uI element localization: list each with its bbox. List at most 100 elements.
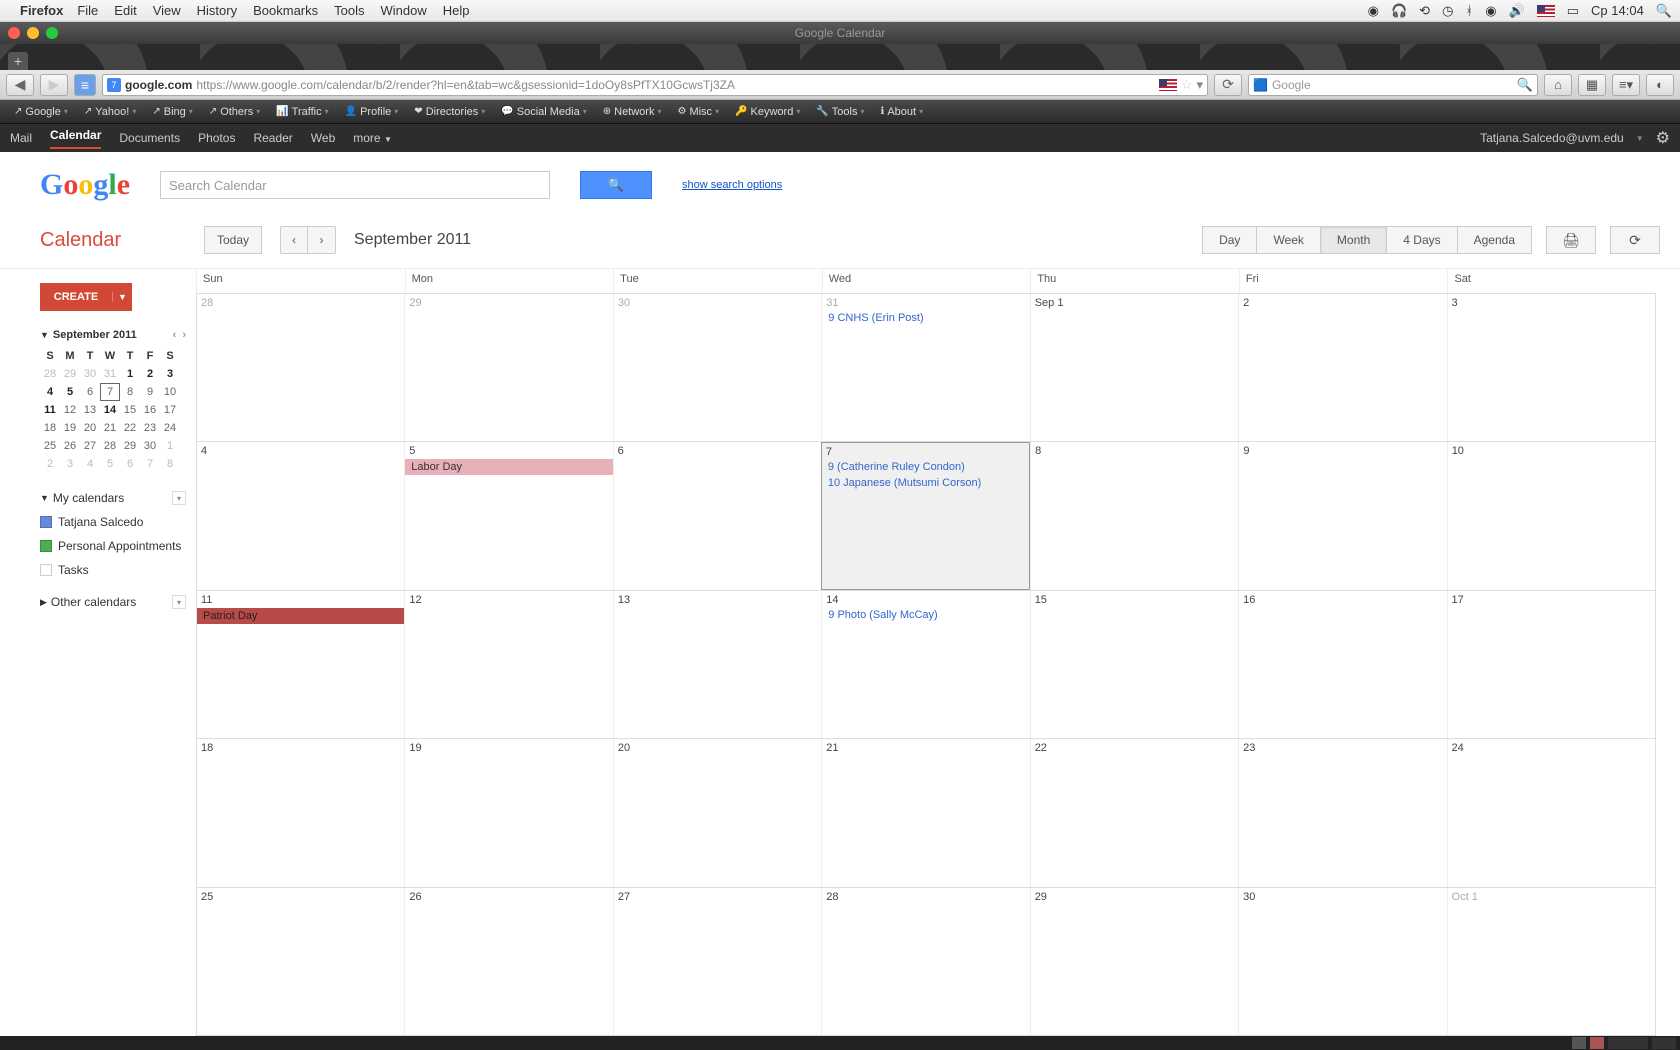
day-cell[interactable]: 319 CNHS (Erin Post) [821,294,1029,441]
mini-cal-day[interactable]: 12 [60,401,80,419]
calendar-event[interactable]: 9 (Catherine Ruley Condon) [826,460,1025,474]
mini-cal-day[interactable]: 29 [120,437,140,455]
day-cell[interactable]: Oct 1 [1447,888,1655,1035]
mini-cal-day[interactable]: 3 [60,455,80,473]
settings-gear-icon[interactable]: ⚙ [1656,128,1670,148]
clock-icon[interactable]: ◷ [1442,3,1453,19]
bookmark-google[interactable]: ↗Google▾ [8,104,74,120]
day-cell[interactable]: 9 [1238,442,1446,589]
day-cell[interactable]: 19 [404,739,612,886]
mini-cal-next-icon[interactable]: › [182,329,186,341]
day-cell[interactable]: 30 [613,294,821,441]
day-cell[interactable]: 29 [1030,888,1238,1035]
search-magnify-icon[interactable]: 🔍 [1517,77,1533,93]
today-button[interactable]: Today [204,226,262,254]
google-logo[interactable]: Google [40,168,130,202]
day-cell[interactable]: 22 [1030,739,1238,886]
menu-help[interactable]: Help [443,3,470,18]
calendar-search-button[interactable]: 🔍 [580,171,652,199]
gnav-more[interactable]: more ▼ [353,131,392,145]
bookmark-bing[interactable]: ↗Bing▾ [146,104,198,120]
view-week[interactable]: Week [1257,226,1320,254]
clock[interactable]: Ср 14:04 [1591,3,1644,18]
calendar-search-input[interactable]: Search Calendar [160,171,550,199]
mini-cal-day[interactable]: 19 [60,419,80,437]
view-agenda[interactable]: Agenda [1458,226,1532,254]
gnav-web[interactable]: Web [311,131,335,145]
day-cell[interactable]: 8 [1030,442,1238,589]
mini-cal-day[interactable]: 4 [40,383,60,401]
menu-bookmarks[interactable]: Bookmarks [253,3,318,18]
day-cell[interactable]: 25 [197,888,404,1035]
bookmark-misc[interactable]: ⚙Misc▾ [671,104,725,120]
mini-cal-day[interactable]: 10 [160,383,180,401]
mini-cal-day[interactable]: 21 [100,419,120,437]
day-cell[interactable]: 28 [197,294,404,441]
day-cell[interactable]: 6 [613,442,821,589]
mini-cal-day[interactable]: 1 [120,365,140,383]
mini-cal-day[interactable]: 20 [80,419,100,437]
status-icon-3[interactable] [1608,1037,1648,1049]
addon3-button[interactable]: ◐ [1646,74,1674,96]
mini-cal-day[interactable]: 31 [100,365,120,383]
day-cell[interactable]: 18 [197,739,404,886]
mini-cal-day[interactable]: 5 [60,383,80,401]
bookmark-keyword[interactable]: 🔑Keyword▾ [729,104,806,120]
calendar-event[interactable]: 9 CNHS (Erin Post) [826,311,1025,325]
view-day[interactable]: Day [1202,226,1257,254]
gnav-calendar[interactable]: Calendar [50,128,101,149]
bookmark-star-icon[interactable]: ☆ [1181,77,1193,93]
day-cell[interactable]: 29 [404,294,612,441]
status-icon-4[interactable] [1652,1037,1676,1049]
day-cell[interactable]: 3 [1447,294,1655,441]
mini-cal-day[interactable]: 5 [100,455,120,473]
mini-cal-day[interactable]: 1 [160,437,180,455]
day-cell[interactable]: 15 [1030,591,1238,738]
gnav-photos[interactable]: Photos [198,131,235,145]
spotlight-icon[interactable]: 🔍 [1656,3,1672,19]
calendar-event[interactable]: Labor Day [405,459,612,475]
day-cell[interactable]: 149 Photo (Sally McCay) [821,591,1029,738]
day-cell[interactable]: 20 [613,739,821,886]
day-cell[interactable]: 4 [197,442,404,589]
calendar-list-item[interactable]: Tasks [40,563,186,577]
mini-cal-day[interactable]: 28 [100,437,120,455]
view-4days[interactable]: 4 Days [1387,226,1457,254]
mini-cal-day[interactable]: 6 [120,455,140,473]
bookmark-profile[interactable]: 👤Profile▾ [339,104,405,120]
mini-cal-day[interactable]: 16 [140,401,160,419]
search-options-link[interactable]: show search options [682,179,782,191]
forward-button[interactable]: ▶ [40,74,68,96]
mini-cal-day[interactable]: 14 [100,401,120,419]
minimize-window-icon[interactable] [27,27,39,39]
day-cell[interactable]: 79 (Catherine Ruley Condon)10 Japanese (… [821,442,1030,589]
menu-edit[interactable]: Edit [114,3,136,18]
mini-cal-day[interactable]: 18 [40,419,60,437]
prev-period-button[interactable]: ‹ [280,226,308,254]
bookmark-yahoo[interactable]: ↗Yahoo!▾ [78,104,142,120]
close-window-icon[interactable] [8,27,20,39]
mini-cal-day[interactable]: 8 [160,455,180,473]
mini-cal-day[interactable]: 17 [160,401,180,419]
day-cell[interactable]: 17 [1447,591,1655,738]
mini-cal-prev-icon[interactable]: ‹ [173,329,177,341]
readability-button[interactable]: ≡ [74,74,96,96]
calendar-event[interactable]: Patriot Day [197,608,404,624]
mini-cal-day[interactable]: 30 [80,365,100,383]
day-cell[interactable]: 23 [1238,739,1446,886]
status-icon-1[interactable] [1572,1037,1586,1049]
menu-history[interactable]: History [197,3,237,18]
sync-icon[interactable]: ⟲ [1419,3,1430,19]
menu-tools[interactable]: Tools [334,3,364,18]
mini-cal-day[interactable]: 2 [40,455,60,473]
menu-window[interactable]: Window [381,3,427,18]
calendar-list-item[interactable]: Personal Appointments [40,539,186,553]
wifi-icon[interactable]: ◉ [1485,3,1496,19]
mini-cal-day[interactable]: 15 [120,401,140,419]
mini-cal-day[interactable]: 28 [40,365,60,383]
gnav-reader[interactable]: Reader [253,131,292,145]
bookmark-social[interactable]: 💬Social Media▾ [495,104,592,120]
mini-cal-collapse-icon[interactable]: ▼ [40,330,49,340]
day-cell[interactable]: 28 [821,888,1029,1035]
create-dropdown-icon[interactable]: ▼ [112,292,132,302]
